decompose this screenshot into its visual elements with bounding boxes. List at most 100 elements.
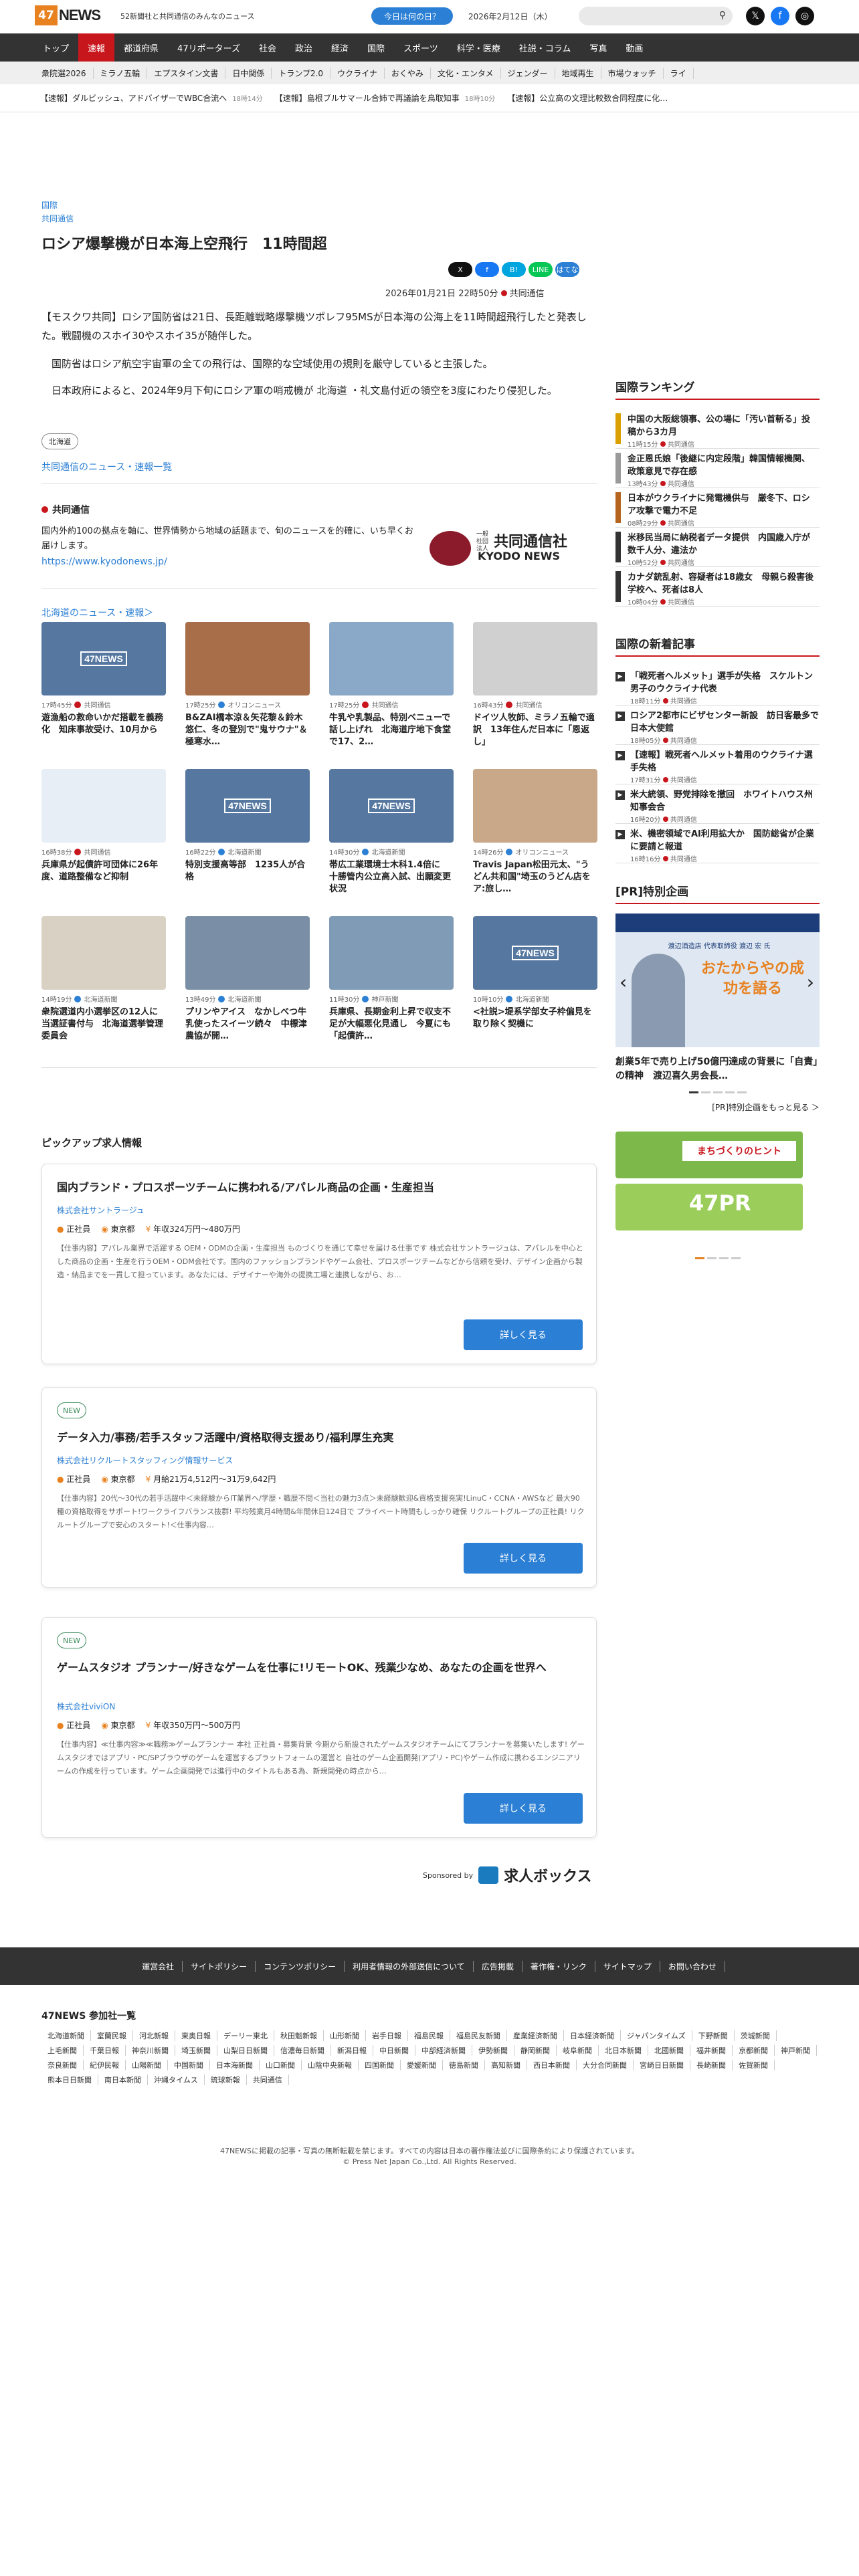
ranking-title[interactable]: 中国の大阪総領事、公の場に「汚い首斬る」投稿から3カ月 bbox=[628, 413, 818, 439]
job-title[interactable]: 国内ブランド・プロスポーツチームに携われる/アパレル商品の企画・生産担当 bbox=[57, 1179, 579, 1196]
ranking-title[interactable]: 米移民当局に納税者データ提供 内国歳入庁が数千人分、違法か bbox=[628, 532, 818, 557]
job-company[interactable]: 株式会社viviON bbox=[57, 1701, 115, 1712]
member-link[interactable]: 静岡新聞 bbox=[514, 2045, 557, 2056]
latest-item[interactable]: ▶ ロシア2都市にビザセンター新設 訪日客最多で日本大使館 18時05分 共同通信 bbox=[615, 706, 820, 745]
member-link[interactable]: 秋田魁新報 bbox=[274, 2030, 324, 2041]
member-link[interactable]: 中国新聞 bbox=[168, 2060, 210, 2070]
member-link[interactable]: 中日新聞 bbox=[373, 2045, 415, 2056]
member-link[interactable]: 河北新報 bbox=[133, 2030, 175, 2041]
instagram-icon[interactable]: ◎ bbox=[795, 7, 814, 25]
x-icon[interactable]: 𝕏 bbox=[746, 7, 765, 25]
card-title[interactable]: 特別支援高等部 1235人が合格 bbox=[185, 859, 310, 895]
news-thumbnail[interactable] bbox=[185, 916, 310, 990]
topic-item[interactable]: 市場ウォッチ bbox=[601, 67, 664, 79]
member-link[interactable]: 西日本新聞 bbox=[527, 2060, 577, 2070]
footer-link[interactable]: 著作権・リンク bbox=[522, 1960, 595, 1972]
share-line-icon[interactable]: LINE bbox=[529, 262, 553, 277]
latest-title[interactable]: 米、機密領域でAI利用拡大か 国防総省が企業に要請と報道 bbox=[630, 828, 820, 853]
latest-item[interactable]: ▶ 米大統領、野党排除を撤回 ホワイトハウス州知事会合 16時20分 共同通信 bbox=[615, 784, 820, 824]
news-card[interactable]: 14時19分 北海道新聞 衆院選道内小選挙区の12人に当選証書付与 北海道選挙管理委… bbox=[41, 916, 166, 1043]
member-link[interactable]: 中部経済新聞 bbox=[415, 2045, 472, 2056]
carousel-dots[interactable] bbox=[615, 1091, 820, 1093]
topic-item[interactable]: ミラノ五輪 bbox=[94, 67, 148, 79]
facebook-icon[interactable]: f bbox=[771, 7, 789, 25]
member-link[interactable]: 佐賀新聞 bbox=[733, 2060, 775, 2070]
member-link[interactable]: デーリー東北 bbox=[217, 2030, 274, 2041]
site-logo[interactable]: 47 NEWS bbox=[35, 5, 101, 25]
member-link[interactable]: 福島民報 bbox=[408, 2030, 450, 2041]
news-thumbnail[interactable] bbox=[473, 769, 597, 843]
news-card[interactable]: 16時43分 共同通信 ドイツ人牧師、ミラノ五輪で適訳 13年住んだ日本に「恩返し」 bbox=[473, 622, 597, 748]
latest-title[interactable]: 米大統領、野党排除を撤回 ホワイトハウス州知事会合 bbox=[630, 788, 820, 814]
footer-link[interactable]: お問い合わせ bbox=[660, 1960, 725, 1972]
member-link[interactable]: 山口新聞 bbox=[260, 2060, 302, 2070]
nav-item[interactable]: 動画 bbox=[616, 33, 652, 62]
job-title[interactable]: ゲームスタジオ プランナー/好きなゲームを仕事に!リモートOK、残業少なめ、あな… bbox=[57, 1659, 579, 1677]
member-link[interactable]: 神戸新聞 bbox=[775, 2045, 817, 2056]
job-card[interactable]: NEW ゲームスタジオ プランナー/好きなゲームを仕事に!リモートOK、残業少なめ… bbox=[41, 1617, 597, 1838]
news-card[interactable]: 16時38分 共同通信 兵庫県が起債許可団体に26年度、道路整備など抑制 bbox=[41, 769, 166, 895]
prev-arrow-icon[interactable]: ‹ bbox=[619, 971, 627, 993]
news-card[interactable]: 47NEWS 16時22分 北海道新聞 特別支援高等部 1235人が合格 bbox=[185, 769, 310, 895]
topic-item[interactable]: ウクライナ bbox=[330, 67, 385, 79]
member-link[interactable]: 北海道新聞 bbox=[41, 2030, 91, 2041]
job-card[interactable]: 国内ブランド・プロスポーツチームに携われる/アパレル商品の企画・生産担当 株式会社… bbox=[41, 1164, 597, 1364]
ranking-item[interactable]: 日本がウクライナに発電機供与 厳冬下、ロシア攻撃で電力不足 08時29分 共同通信 bbox=[615, 488, 820, 528]
today-button[interactable]: 今日は何の日？ bbox=[371, 7, 453, 25]
news-card[interactable]: 47NEWS 17時45分 共同通信 遊漁船の救命いかだ搭載を義務化 知床事故受け、1… bbox=[41, 622, 166, 748]
more-news-link[interactable]: 共同通信のニュース・速報一覧 bbox=[41, 460, 172, 473]
ranking-title[interactable]: 金正恩氏娘「後継に内定段階」韓国情報機関、政策意見で存在感 bbox=[628, 453, 818, 478]
news-card[interactable]: 17時25分 オリコンニュース B&ZAI橋本涼＆矢花黎＆鈴木悠仁、冬の登別で"鬼サ… bbox=[185, 622, 310, 748]
search-input[interactable]: ⚲ bbox=[579, 7, 733, 25]
member-link[interactable]: 新潟日報 bbox=[331, 2045, 373, 2056]
pr-caption[interactable]: 創業5年で売り上げ50億円達成の背景に「自責」の精神 渡辺喜久男会長… bbox=[615, 1055, 820, 1083]
card-title[interactable]: <社説>堤系学部女子枠偏見を取り除く契機に bbox=[473, 1006, 597, 1043]
member-link[interactable]: 沖縄タイムス bbox=[148, 2074, 205, 2085]
member-link[interactable]: 四国新聞 bbox=[359, 2060, 401, 2070]
nav-item[interactable]: 速報 bbox=[78, 33, 115, 62]
nav-item[interactable]: スポーツ bbox=[394, 33, 448, 62]
news-thumbnail[interactable] bbox=[473, 622, 597, 695]
ticker-item[interactable]: 【速報】島根ブルサマール合姉で再議論を鳥取知事 bbox=[275, 92, 460, 104]
card-title[interactable]: 帯広工業環境士木科1.4倍に 十勝管内公立高入試、出願変更状況 bbox=[329, 859, 454, 895]
banner-47pr[interactable]: 47PR bbox=[615, 1184, 803, 1230]
card-title[interactable]: プリンやアイス なかしべつ牛乳使ったスイーツ続々 中標津農協が開… bbox=[185, 1006, 310, 1043]
topic-item[interactable]: エプスタイン文書 bbox=[147, 67, 226, 79]
kyodo-logo[interactable]: 一般社団法人 共同通信社 KYODO NEWS bbox=[430, 528, 595, 567]
nav-item[interactable]: 社会 bbox=[250, 33, 286, 62]
latest-title[interactable]: ロシア2都市にビザセンター新設 訪日客最多で日本大使館 bbox=[630, 710, 820, 735]
tag-chip[interactable]: 北海道 bbox=[41, 433, 78, 449]
member-link[interactable]: 紀伊民報 bbox=[84, 2060, 126, 2070]
member-link[interactable]: 上毛新聞 bbox=[41, 2045, 84, 2056]
member-link[interactable]: 信濃毎日新聞 bbox=[274, 2045, 331, 2056]
member-link[interactable]: 室蘭民報 bbox=[91, 2030, 133, 2041]
member-link[interactable]: 北國新聞 bbox=[648, 2045, 690, 2056]
share-hatena-icon[interactable]: B! bbox=[502, 262, 526, 277]
nav-item[interactable]: トップ bbox=[33, 33, 78, 62]
card-title[interactable]: 兵庫県、長期金利上昇で収支不足が大幅悪化見通し 今夏にも「起債許… bbox=[329, 1006, 454, 1043]
member-link[interactable]: 長崎新聞 bbox=[690, 2060, 733, 2070]
news-thumbnail[interactable]: 47NEWS bbox=[473, 916, 597, 990]
nav-item[interactable]: 社説・コラム bbox=[510, 33, 581, 62]
member-link[interactable]: 福島民友新聞 bbox=[450, 2030, 507, 2041]
member-link[interactable]: 福井新聞 bbox=[690, 2045, 733, 2056]
pr-more-link[interactable]: [PR]特別企画をもっと見る ＞ bbox=[615, 1101, 820, 1113]
job-title[interactable]: データ入力/事務/若手スタッフ活躍中/資格取得支援あり/福利厚生充実 bbox=[57, 1429, 579, 1446]
job-detail-button[interactable]: 詳しく見る bbox=[464, 1319, 583, 1350]
news-card[interactable]: 11時30分 神戸新聞 兵庫県、長期金利上昇で収支不足が大幅悪化見通し 今夏にも「起… bbox=[329, 916, 454, 1043]
member-link[interactable]: 伊勢新聞 bbox=[472, 2045, 514, 2056]
grid-heading[interactable]: 北海道のニュース・速報＞ bbox=[41, 606, 153, 619]
topic-item[interactable]: ライ bbox=[664, 67, 694, 79]
news-card[interactable]: 47NEWS 14時30分 北海道新聞 帯広工業環境士木科1.4倍に 十勝管内公立高入… bbox=[329, 769, 454, 895]
news-card[interactable]: 47NEWS 10時10分 北海道新聞 <社説>堤系学部女子枠偏見を取り除く契機に bbox=[473, 916, 597, 1043]
member-link[interactable]: 南日本新聞 bbox=[98, 2074, 148, 2085]
member-link[interactable]: 愛媛新聞 bbox=[401, 2060, 443, 2070]
member-link[interactable]: 日本経済新聞 bbox=[564, 2030, 621, 2041]
news-thumbnail[interactable]: 47NEWS bbox=[41, 622, 166, 695]
topic-item[interactable]: おくやみ bbox=[385, 67, 431, 79]
search-icon[interactable]: ⚲ bbox=[719, 10, 726, 21]
next-arrow-icon[interactable]: › bbox=[807, 971, 814, 993]
card-title[interactable]: B&ZAI橋本涼＆矢花黎＆鈴木悠仁、冬の登別で"鬼サウナ"＆極寒水… bbox=[185, 712, 310, 748]
member-link[interactable]: 千葉日報 bbox=[84, 2045, 126, 2056]
ticker-item[interactable]: 【速報】ダルビッシュ、アドバイザーでWBC合流へ bbox=[40, 92, 227, 104]
